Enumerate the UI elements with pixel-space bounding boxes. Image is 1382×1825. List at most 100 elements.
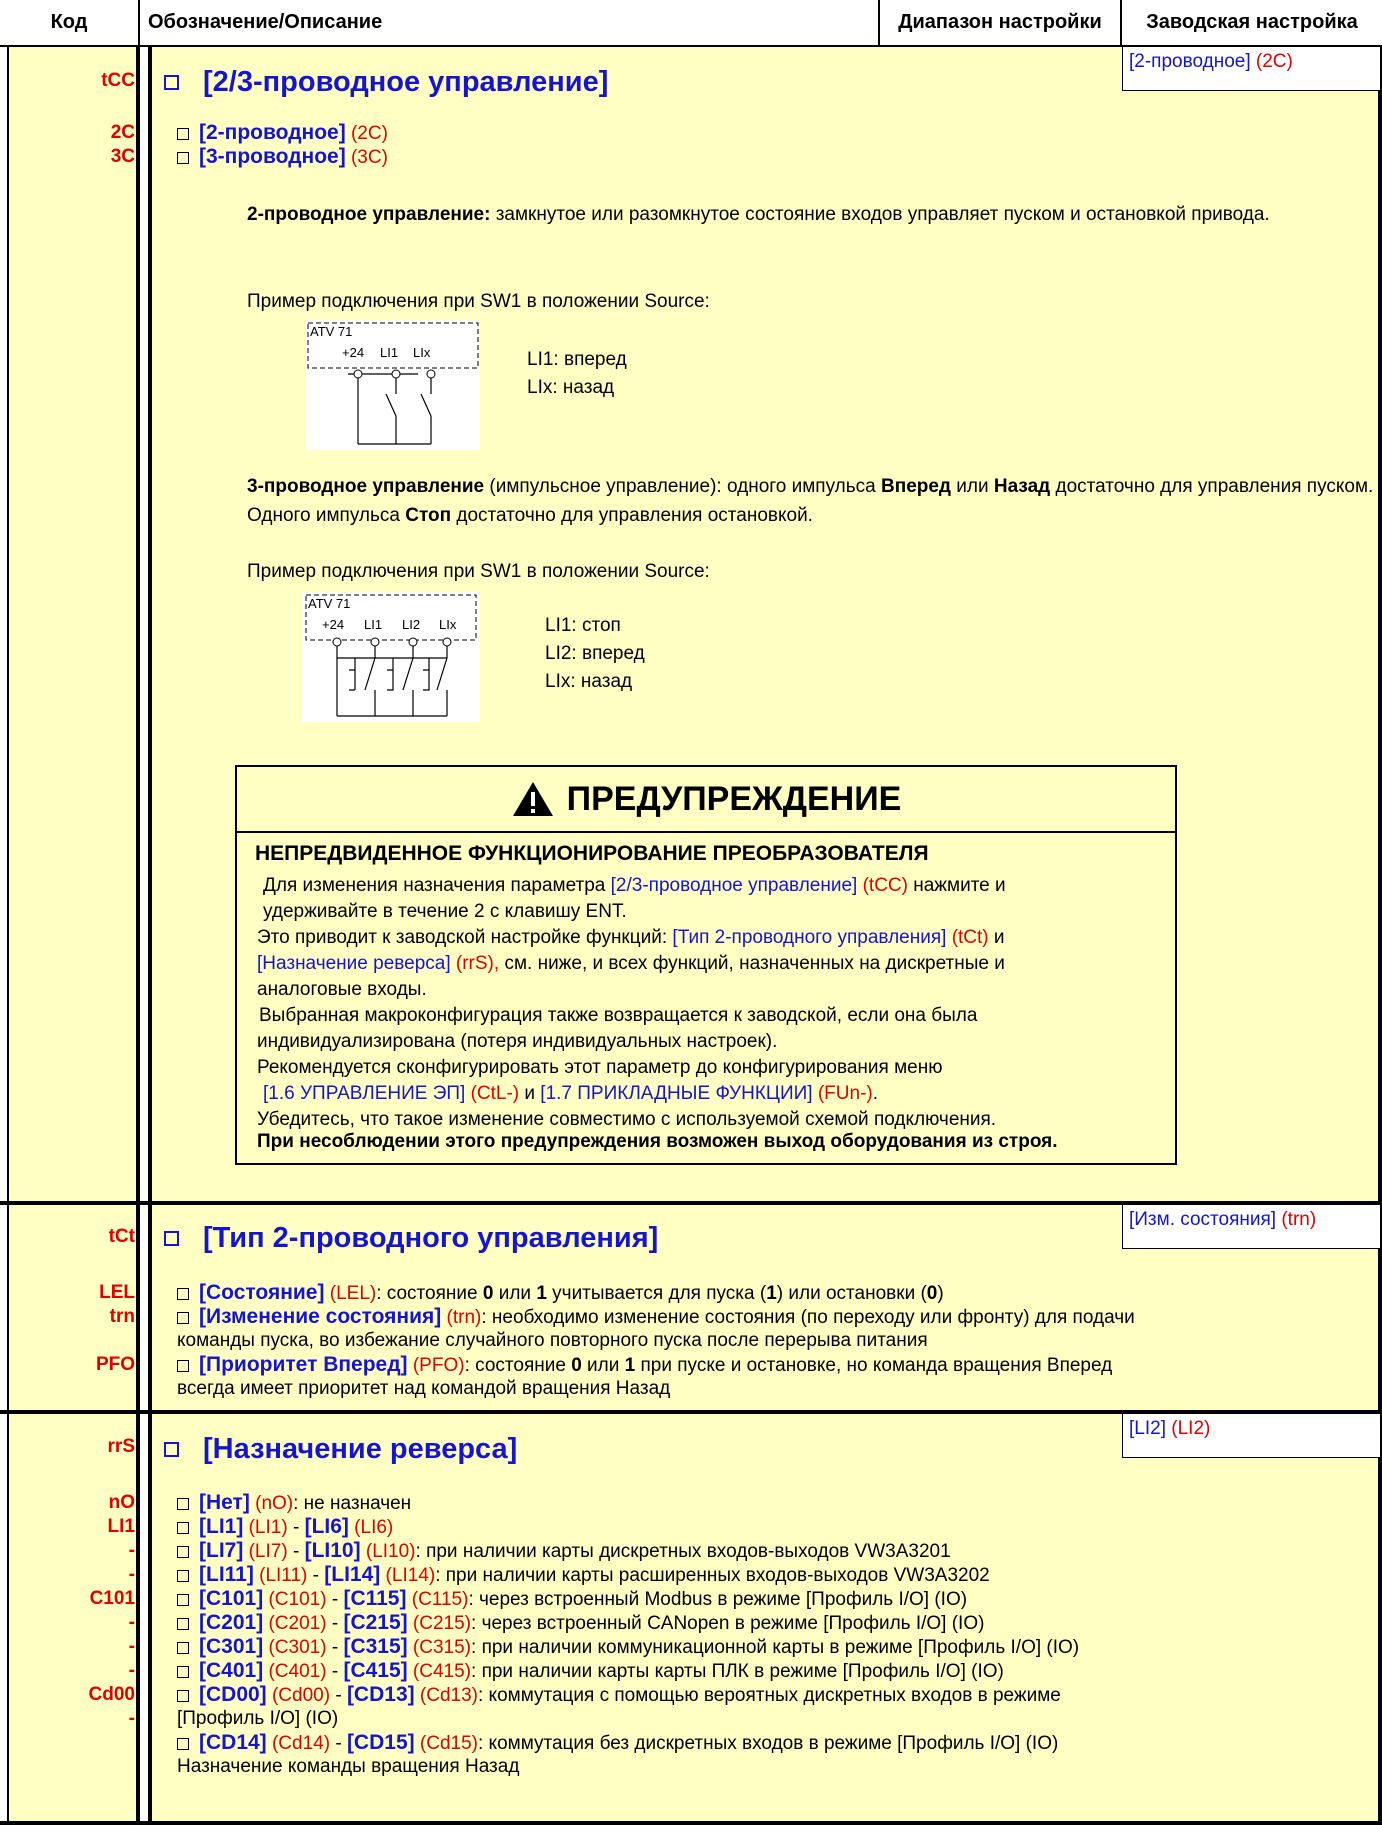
bold-term: 2-проводное управление: [247, 204, 491, 225]
option-label: [LI10] [304, 1539, 361, 1562]
warning-line: Для изменения назначения параметра [2/3-… [263, 875, 1006, 897]
option-item: [C101] (C101) - [C115] (C115): через вст… [177, 1588, 1372, 1611]
param-code: tCC [101, 70, 135, 91]
warning-consequence: При несоблюдении этого предупреждения во… [257, 1131, 1058, 1152]
paragraph-text: (импульсное управление): одного импульса [484, 476, 881, 497]
menu-ref: [1.7 ПРИКЛАДНЫЕ ФУНКЦИИ] [540, 1083, 813, 1104]
terminal-label: LIx [439, 617, 457, 632]
option-item: [Приоритет Вперед] (PFO): состояние 0 ил… [177, 1354, 1377, 1377]
option-label: [LI7] [199, 1539, 244, 1562]
param-code-ref: (tCC) [857, 875, 908, 896]
warning-triangle-icon [512, 782, 553, 816]
bold-term: 3-проводное управление [247, 476, 485, 497]
checkbox-icon [177, 1497, 189, 1510]
warning-line: [1.6 УПРАВЛЕНИЕ ЭП] (CtL-) и [1.7 ПРИКЛА… [263, 1083, 878, 1105]
example-caption: Пример подключения при SW1 в положении S… [247, 561, 710, 582]
factory-code: (LI2) [1171, 1418, 1211, 1439]
bold-value: 0 [926, 1283, 938, 1304]
checkbox-icon [177, 1593, 189, 1606]
option-code: Cd00 [88, 1684, 135, 1705]
square-bullet-icon [164, 1442, 179, 1457]
option-code: trn [109, 1306, 135, 1327]
bold-value: 1 [536, 1283, 547, 1304]
option-code: C101 [89, 1588, 135, 1609]
warning-line: удерживайте в течение 2 с клавишу ENT. [263, 901, 627, 922]
option-text: ) [937, 1283, 944, 1304]
bold-value: 0 [571, 1355, 582, 1376]
option-item: [C201] (C201) - [C215] (C215): через вст… [177, 1612, 1372, 1635]
param-code: rrS [107, 1436, 135, 1457]
option-text: - [307, 1565, 325, 1586]
checkbox-icon [177, 1641, 189, 1654]
three-wire-paragraph: 3-проводное управление (импульсное управ… [247, 472, 1377, 530]
param-code-ref: (tCt) [946, 927, 989, 948]
option-code: - [128, 1612, 135, 1633]
option-text: Назначение команды вращения Назад [177, 1756, 520, 1777]
warning-subtitle: НЕПРЕДВИДЕННОЕ ФУНКЦИОНИРОВАНИЕ ПРЕОБРАЗ… [255, 842, 929, 865]
option-label: [Нет] [199, 1491, 250, 1514]
option-text: учитывается для пуска ( [546, 1283, 767, 1304]
param-code-ref: (rrS), [450, 953, 500, 974]
option-label: [C215] [343, 1611, 408, 1634]
option-code-text: (LI6) [348, 1517, 394, 1538]
option-code-text: (C301) [263, 1637, 327, 1658]
param-ref: [Тип 2-проводного управления] [672, 927, 947, 948]
option-code-text: (LI10) [360, 1541, 416, 1562]
option-label: [C315] [343, 1635, 408, 1658]
option-label: [CD14] [199, 1731, 267, 1754]
option-code-text: (3C) [350, 147, 388, 168]
diagram-note: LI1: вперед [527, 349, 627, 370]
factory-value: [Изм. состояния] [1129, 1209, 1277, 1230]
terminal-label: LI2 [402, 617, 420, 632]
option-label: [C115] [343, 1587, 407, 1610]
warning-text: нажмите и [907, 875, 1006, 896]
option-code-text: (LI7) [243, 1541, 288, 1562]
bottom-border [0, 1821, 1382, 1825]
option-item: [Состояние] (LEL): состояние 0 или 1 учи… [177, 1282, 1377, 1305]
option-code: 2C [110, 122, 135, 143]
option-text: - [330, 1685, 347, 1706]
option-text: : при наличии карты дискретных входов-вы… [415, 1541, 951, 1562]
option-item: [Изменение состояния] (trn): необходимо … [177, 1306, 1377, 1329]
menu-code-ref: (CtL-) [465, 1083, 520, 1104]
menu-code-ref: (FUn-) [812, 1083, 873, 1104]
terminal-label: +24 [342, 345, 364, 360]
option-code-text: (2C) [350, 123, 388, 144]
option-item: [CD00] (Cd00) - [CD13] (Cd13): коммутаци… [177, 1684, 1372, 1707]
option-code: LEL [99, 1282, 135, 1303]
option-text: - [326, 1637, 344, 1658]
header-factory: Заводская настройка [1122, 0, 1382, 47]
warning-line: Рекомендуется сконфигурировать этот пара… [257, 1057, 943, 1078]
warning-text: и [519, 1083, 541, 1104]
header-code: Код [0, 0, 140, 47]
param-title: [2/3-проводное управление] [164, 66, 608, 99]
square-bullet-icon [164, 75, 179, 90]
column-divider [136, 47, 152, 1825]
warning-header: ПРЕДУПРЕЖДЕНИЕ [237, 767, 1175, 833]
option-text: - [326, 1613, 344, 1634]
option-label: [LI14] [324, 1563, 381, 1586]
option-label: [2-проводное] [199, 121, 346, 144]
terminal-label: LI1 [364, 617, 382, 632]
factory-value: [LI2] [1129, 1418, 1166, 1439]
option-label: [Изменение состояния] [199, 1305, 442, 1328]
option-code-text: (Cd00) [266, 1685, 331, 1706]
option-label: [LI1] [199, 1515, 244, 1538]
diagram-note: LIx: назад [545, 671, 633, 692]
option-text: : не назначен [293, 1493, 412, 1514]
option-text: : при наличии карты расширенных входов-в… [435, 1565, 990, 1586]
option-text: : при наличии коммуникационной карты в р… [471, 1637, 1080, 1658]
option-text: : коммутация с помощью вероятных дискрет… [477, 1685, 1061, 1706]
option-code: - [128, 1636, 135, 1657]
terminal-label: LI1 [380, 345, 398, 360]
option-item: [3-проводное] (3C) [177, 146, 388, 169]
option-code-text: (nO) [249, 1493, 294, 1514]
option-continuation: всегда имеет приоритет над командой вращ… [177, 1378, 671, 1399]
checkbox-icon [177, 1689, 189, 1702]
two-wire-paragraph: 2-проводное управление: замкнутое или ра… [247, 200, 1377, 229]
option-label: [C415] [343, 1659, 408, 1682]
option-label: [C101] [199, 1587, 264, 1610]
diagram-label: ATV 71 [308, 596, 350, 611]
checkbox-icon [177, 1521, 189, 1534]
bold-value: 1 [766, 1283, 777, 1304]
